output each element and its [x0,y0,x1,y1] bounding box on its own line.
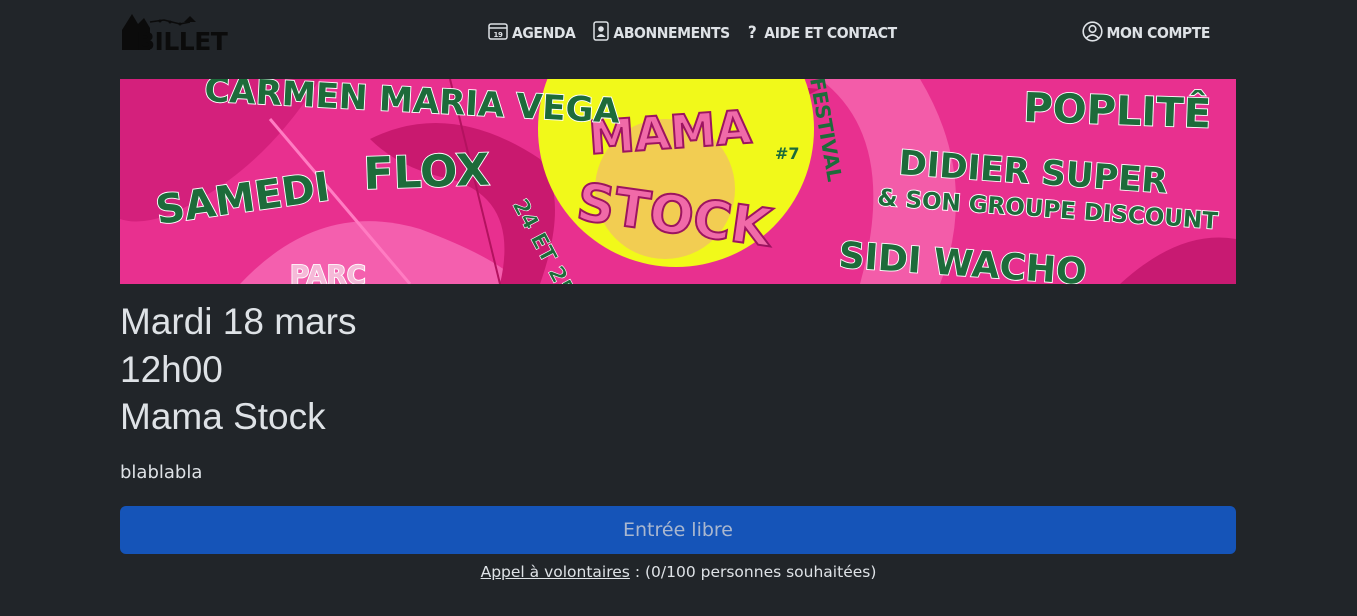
site-logo[interactable]: BILLET [120,10,228,56]
nav-agenda-label: AGENDA [512,24,576,42]
nav-item-abonnements[interactable]: ABONNEMENTS [593,21,730,45]
banner-park: PARC [290,261,366,284]
event-poster-image: MAMA STOCK #7 FESTIVAL 24 ET 25 AO CARME… [120,79,1236,284]
nav-account[interactable]: MON COMPTE [1081,20,1211,46]
event-description: blablabla [120,462,203,483]
membership-card-icon [593,21,610,45]
banner-edition: #7 [775,144,800,163]
nav-item-aide[interactable]: ? AIDE ET CONTACT [748,23,897,43]
nav-abonnements-label: ABONNEMENTS [613,24,730,42]
event-title: Mama Stock [120,396,326,437]
nav-aide-label: AIDE ET CONTACT [764,24,897,42]
calendar-icon-number: 19 [494,31,503,39]
banner-artist-4: POPLITÊ [1023,83,1212,138]
volunteer-link[interactable]: Appel à volontaires [481,563,630,581]
event-time: 12h00 [120,349,223,390]
navbar: BILLET 19 AGENDA ABONNEMENTS ? AIDE ET C… [0,0,1357,66]
question-icon: ? [747,23,757,43]
nav-account-label: MON COMPTE [1106,24,1211,42]
free-entry-button[interactable]: Entrée libre [120,506,1236,554]
nav-item-agenda[interactable]: 19 AGENDA [488,22,576,44]
volunteer-count: : (0/100 personnes souhaitées) [629,563,877,581]
banner-artist-3: FLOX [363,145,491,200]
calendar-icon: 19 [488,22,508,44]
event-date: Mardi 18 mars [120,301,357,342]
event-banner: MAMA STOCK #7 FESTIVAL 24 ET 25 AO CARME… [120,79,1236,284]
user-circle-icon [1081,20,1103,46]
main-menu: 19 AGENDA ABONNEMENTS ? AIDE ET CONTACT [488,20,915,46]
logo-text: BILLET [136,27,228,56]
volunteer-line: Appel à volontaires : (0/100 personnes s… [0,563,1357,581]
